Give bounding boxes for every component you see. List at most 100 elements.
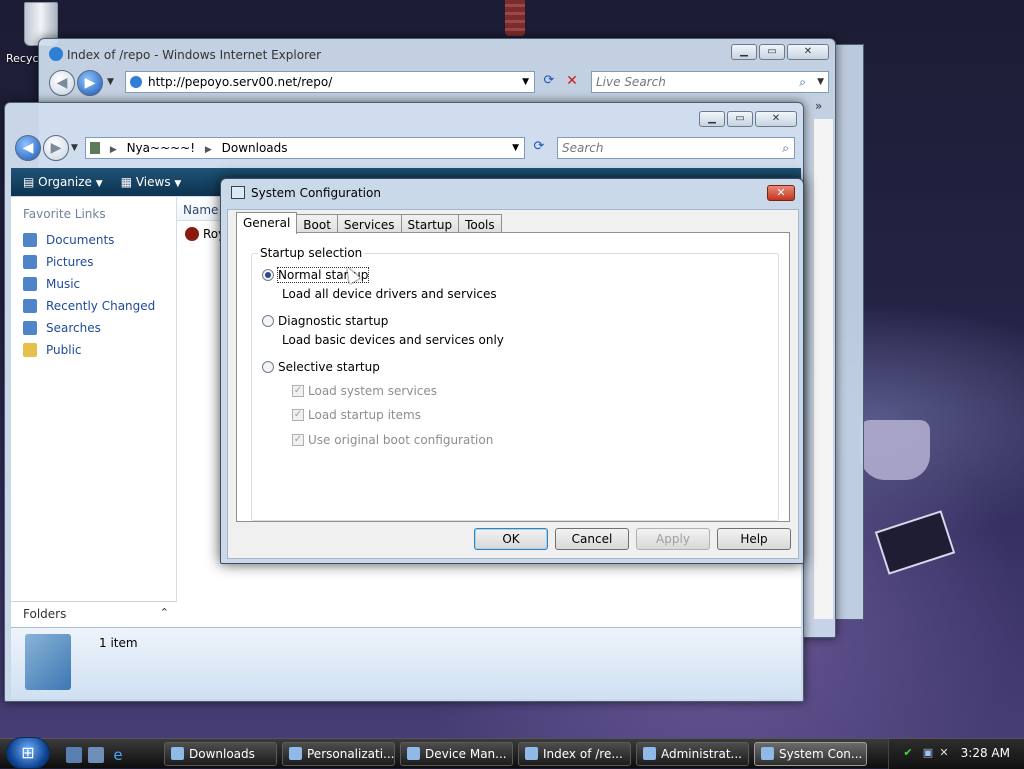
radio-label: Selective startup (278, 360, 380, 374)
ie-window-title: Index of /repo - Windows Internet Explor… (67, 48, 322, 62)
forward-button[interactable]: ▶ (77, 70, 103, 96)
close-button[interactable]: ✕ (787, 44, 829, 60)
background-window-edge (834, 44, 864, 620)
start-button[interactable]: ⊞ (6, 737, 50, 769)
back-button[interactable]: ◀ (15, 135, 41, 161)
breadcrumb-item-downloads[interactable]: Downloads (222, 141, 288, 155)
diagnostic-startup-radio[interactable]: Diagnostic startup (262, 314, 388, 328)
ie-scrollbar[interactable] (813, 119, 833, 619)
taskbar-button[interactable]: Downloads (164, 742, 277, 766)
radio-indicator (262, 269, 274, 281)
radio-indicator (262, 361, 274, 373)
sidebar-item-recently-changed[interactable]: Recently Changed (11, 295, 176, 317)
refresh-icon[interactable]: ⟳ (539, 73, 559, 93)
folders-pane-toggle[interactable]: Folders ⌃ (11, 601, 177, 627)
load-startup-items-checkbox[interactable]: ✓ Load startup items (292, 408, 421, 422)
search-icon[interactable]: ⌕ (799, 72, 806, 92)
live-search-input[interactable]: Live Search ⌕ ▼ (591, 71, 829, 93)
taskbar-button[interactable]: Administrat... (636, 742, 749, 766)
update-check-icon[interactable]: ✔ (901, 746, 915, 760)
tab-general[interactable]: General (236, 212, 298, 234)
views-label: Views (135, 175, 171, 189)
breadcrumb-dropdown-icon[interactable]: ▼ (512, 138, 519, 158)
apply-button[interactable]: Apply (636, 528, 710, 550)
computer-icon (90, 142, 100, 154)
volume-muted-icon[interactable]: ✕ (937, 746, 951, 760)
cancel-button[interactable]: Cancel (555, 528, 629, 550)
explorer-search-placeholder: Search (562, 141, 604, 155)
dialog-title: System Configuration (251, 186, 381, 200)
toolbar-overflow-chevron[interactable]: » (815, 99, 822, 113)
sidebar-item-public[interactable]: Public (11, 339, 176, 361)
ie-window-controls: ▁ ▭ ✕ (731, 44, 829, 60)
ok-button[interactable]: OK (474, 528, 548, 550)
item-count: 1 item (99, 636, 138, 650)
search-dropdown-icon[interactable]: ▼ (817, 72, 824, 92)
public-folder-icon (23, 343, 37, 357)
sidebar-item-documents[interactable]: Documents (11, 229, 176, 251)
taskbar: ⊞ e Downloads Personalizati... Device Man.… (0, 737, 1024, 769)
history-dropdown-icon[interactable]: ▼ (107, 77, 114, 87)
use-original-boot-config-checkbox[interactable]: ✓ Use original boot configuration (292, 433, 493, 447)
pictures-icon (23, 255, 37, 269)
recent-pages-dropdown-icon[interactable]: ▼ (71, 143, 78, 153)
address-bar[interactable]: http://pepoyo.serv00.net/repo/ ▼ (125, 71, 535, 93)
load-system-services-checkbox[interactable]: ✓ Load system services (292, 384, 437, 398)
address-dropdown-icon[interactable]: ▼ (522, 72, 529, 92)
network-icon[interactable]: ▣ (921, 746, 935, 760)
breadcrumb[interactable]: ▶ Nya~~~~! ▶ Downloads ▼ (85, 137, 525, 159)
close-button[interactable]: ✕ (755, 111, 797, 127)
sidebar-item-searches[interactable]: Searches (11, 317, 176, 339)
sidebar-item-label: Documents (46, 233, 115, 247)
breadcrumb-item-user[interactable]: Nya~~~~! (127, 141, 195, 155)
taskbar-button[interactable]: Index of /re... (518, 742, 631, 766)
msconfig-icon (231, 186, 245, 199)
wallpaper-decoration (860, 420, 930, 480)
breadcrumb-separator: ▶ (109, 145, 117, 155)
documents-icon (23, 233, 37, 247)
option-description: Load all device drivers and services (282, 287, 497, 301)
switch-windows-icon[interactable] (88, 747, 104, 763)
clock[interactable]: 3:28 AM (961, 746, 1010, 760)
refresh-icon[interactable]: ⟳ (529, 139, 549, 159)
checkbox-indicator: ✓ (292, 385, 304, 397)
organize-icon: ▤ (23, 175, 35, 189)
selective-startup-radio[interactable]: Selective startup (262, 360, 380, 374)
maximize-button[interactable]: ▭ (759, 44, 785, 60)
organize-button[interactable]: ▤ Organize ▼ (23, 175, 103, 189)
tab-boot[interactable]: Boot (296, 214, 338, 234)
tab-strip: General Boot Services Startup Tools (236, 212, 502, 234)
explorer-search-input[interactable]: Search ⌕ (557, 137, 795, 159)
wallpaper-decoration (505, 0, 525, 36)
checkbox-label: Use original boot configuration (308, 433, 494, 447)
stop-icon[interactable]: ✕ (562, 73, 582, 93)
search-icon[interactable]: ⌕ (782, 138, 789, 158)
folders-label: Folders (23, 607, 67, 621)
tab-tools[interactable]: Tools (458, 214, 502, 234)
help-button[interactable]: Help (717, 528, 791, 550)
sidebar-item-label: Music (46, 277, 81, 291)
sidebar-item-label: Pictures (46, 255, 94, 269)
back-button[interactable]: ◀ (49, 70, 75, 96)
maximize-button[interactable]: ▭ (727, 111, 753, 127)
tab-startup[interactable]: Startup (400, 214, 460, 234)
minimize-button[interactable]: ▁ (731, 44, 757, 60)
address-url: http://pepoyo.serv00.net/repo/ (148, 75, 333, 89)
show-desktop-icon[interactable] (66, 747, 82, 763)
close-button[interactable]: ✕ (767, 185, 795, 201)
windows-logo-icon: ⊞ (21, 743, 35, 762)
taskbar-button[interactable]: Device Man... (400, 742, 513, 766)
chevron-down-icon: ▼ (95, 179, 103, 189)
views-button[interactable]: ▦ Views ▼ (121, 175, 182, 189)
downloads-folder-icon (25, 634, 71, 690)
tab-services[interactable]: Services (336, 214, 402, 234)
sidebar-item-music[interactable]: Music (11, 273, 176, 295)
forward-button[interactable]: ▶ (43, 135, 69, 161)
internet-explorer-icon[interactable]: e (110, 747, 126, 763)
sidebar-item-pictures[interactable]: Pictures (11, 251, 176, 273)
taskbar-button[interactable]: System Con... (754, 742, 867, 766)
minimize-button[interactable]: ▁ (699, 111, 725, 127)
taskbar-button[interactable]: Personalizati... (282, 742, 395, 766)
favorite-links-header: Favorite Links (23, 207, 106, 221)
